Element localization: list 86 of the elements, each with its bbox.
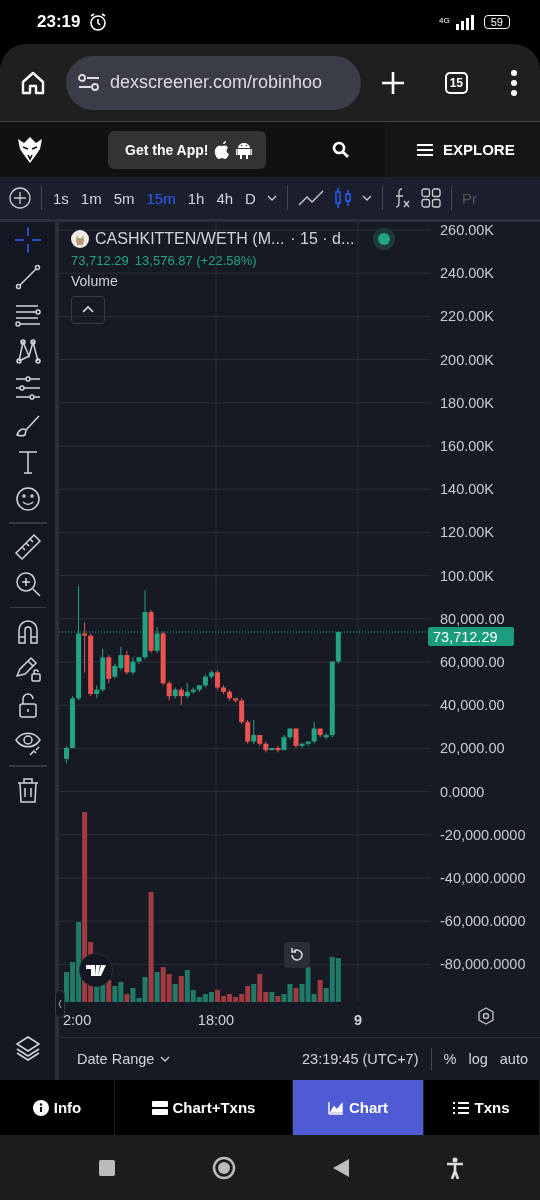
scale-option[interactable]: log (468, 1051, 488, 1067)
collapse-button[interactable] (71, 296, 105, 324)
pattern-icon[interactable] (13, 337, 42, 365)
logo-badge-icon[interactable] (79, 953, 113, 987)
axis-label: 180.00K (440, 394, 495, 411)
site-settings-icon[interactable] (78, 73, 100, 92)
chart-settings-icon[interactable] (478, 1007, 494, 1025)
expand-handle[interactable] (55, 990, 65, 1018)
price-change: 13,576.87 (+22.58%) (134, 253, 257, 268)
axis-label: 2:00 (63, 1012, 92, 1028)
caret-icon[interactable] (266, 195, 277, 201)
date-range-dropdown[interactable]: Date Range (77, 1051, 171, 1067)
add-indicator-icon[interactable] (9, 187, 31, 209)
search-icon[interactable] (332, 140, 351, 159)
home-icon[interactable] (20, 69, 46, 96)
axis-label: -60,000.0000 (440, 913, 526, 930)
candlestick-icon[interactable] (333, 188, 352, 208)
more-menu-icon[interactable] (510, 69, 518, 96)
reset-button[interactable] (284, 942, 310, 968)
clock-label[interactable]: 23:19:45 (UTC+7) (302, 1051, 419, 1067)
list-icon (453, 1100, 470, 1115)
area-chart-icon (327, 1099, 344, 1116)
menu-icon (417, 142, 433, 157)
axis-label: 120.00K (440, 524, 495, 541)
battery-level: 59 (483, 15, 510, 29)
zoom-in-icon[interactable] (13, 569, 42, 598)
timeframe-tab[interactable]: 1m (79, 189, 103, 207)
axis-label: 80,000.00 (440, 610, 505, 627)
price-tag: 73,712.29 (428, 627, 514, 646)
axis-label: 240.00K (440, 265, 495, 282)
axis-label: 160.00K (440, 438, 495, 454)
android-icon (236, 140, 253, 159)
timeframe-tab[interactable]: 1h (186, 189, 206, 207)
axis-label: 20,000.00 (440, 740, 505, 757)
recents-button[interactable] (98, 1159, 115, 1176)
axis-label: 200.00K (440, 351, 495, 368)
smiley-icon[interactable] (13, 485, 42, 513)
split-view-icon (151, 1099, 168, 1116)
explore-button[interactable]: EXPLORE (385, 122, 540, 177)
apple-icon (214, 140, 231, 159)
axis-label: 60,000.00 (440, 654, 505, 670)
tab-count-button[interactable]: 15 (444, 71, 468, 94)
projection-icon[interactable] (13, 374, 42, 402)
axis-label: 40,000.00 (440, 697, 505, 714)
accessibility-icon[interactable] (445, 1156, 464, 1179)
line-chart-icon[interactable] (297, 189, 324, 207)
timeframe-tab[interactable]: D (244, 189, 257, 207)
new-tab-icon[interactable] (380, 70, 405, 95)
axis-label: 220.00K (440, 308, 495, 325)
axis-label: 260.00K (440, 222, 495, 238)
last-price: 73,712.29 (71, 253, 129, 268)
axis-label: 9 (353, 1012, 363, 1028)
network-label: 4G (439, 16, 450, 25)
axis-label: -20,000.0000 (440, 826, 526, 843)
get-app-button[interactable]: Get the App! (108, 130, 267, 169)
caret-icon[interactable] (361, 195, 372, 201)
axis-label: 140.00K (440, 481, 495, 498)
crosshair-icon[interactable] (13, 226, 42, 254)
axis-label: -40,000.0000 (440, 870, 526, 886)
alarm-icon (88, 12, 109, 32)
url-field[interactable]: dexscreener.com/robinhoo (66, 55, 361, 110)
timeframe-tab[interactable]: 4h (215, 189, 235, 207)
home-button[interactable] (211, 1155, 236, 1180)
trend-line-icon[interactable] (13, 263, 42, 291)
interval-label: · 15 · d... (290, 230, 355, 248)
info-icon (32, 1099, 49, 1116)
signal-icon (453, 14, 476, 30)
symbol-title[interactable]: CASHKITTEN/WETH (M... (95, 230, 285, 248)
eagle-logo-icon[interactable] (16, 134, 44, 165)
axis-label: 18:00 (197, 1012, 235, 1028)
timeframe-tab[interactable]: 1s (52, 189, 70, 207)
bottom-tab[interactable]: Chart (293, 1080, 424, 1135)
axis-label: 0.0000 (440, 783, 485, 800)
axis-label: -80,000.0000 (440, 956, 526, 973)
ruler-icon[interactable] (13, 532, 42, 561)
caret-icon (160, 1056, 171, 1062)
timeframe-tab[interactable]: 5m (112, 189, 136, 207)
axis-label: 100.00K (440, 567, 495, 584)
layout-grid-icon[interactable] (420, 188, 441, 208)
scale-option[interactable]: auto (499, 1051, 528, 1067)
status-time: 23:19 (37, 12, 81, 32)
layers-icon[interactable] (13, 1034, 42, 1062)
volume-label: Volume (71, 273, 119, 289)
scale-option[interactable]: % (443, 1051, 457, 1067)
back-button[interactable] (332, 1158, 349, 1177)
pencil-lock-icon[interactable] (13, 654, 42, 682)
